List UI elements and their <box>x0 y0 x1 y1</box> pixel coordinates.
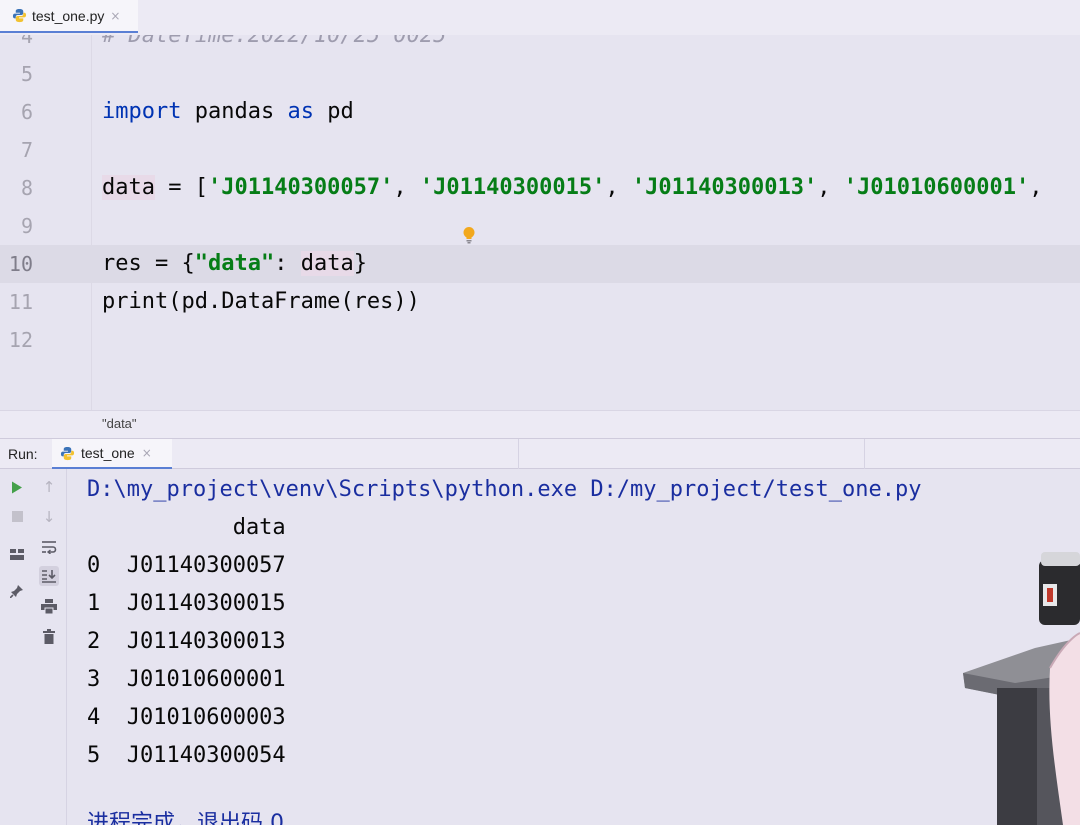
console-line: 3 J01010600001 <box>87 667 286 692</box>
scroll-to-end-icon[interactable] <box>39 566 59 586</box>
code-line: 6 import pandas as pd <box>0 93 1080 131</box>
colon: : <box>274 251 301 276</box>
editor-tab-bar: test_one.py × <box>0 0 1080 36</box>
rerun-icon[interactable] <box>7 477 27 497</box>
line-number: 9 <box>20 214 33 238</box>
run-tab-test-one[interactable]: test_one × <box>52 439 172 469</box>
breadcrumb-item[interactable]: "data" <box>102 416 137 431</box>
divider <box>518 439 519 469</box>
line-number: 8 <box>20 176 33 200</box>
variable-data: data <box>102 175 155 200</box>
console-exit-message: 进程完成，退出码 0 <box>87 811 284 825</box>
up-arrow-icon[interactable]: ↑ <box>39 477 59 497</box>
code-line: 11 print(pd.DataFrame(res)) <box>0 283 1080 321</box>
layout-icon[interactable] <box>7 544 27 564</box>
string-literal: 'J01010600001' <box>843 175 1030 200</box>
code-text: res = {"data": data} <box>102 245 367 283</box>
console-line: 1 J01140300015 <box>87 591 286 616</box>
code-line: 12 <box>0 321 1080 359</box>
line-number: 10 <box>8 252 33 276</box>
code-editor[interactable]: 4 # DateTime:2022/10/25 0025 5 6 import … <box>0 35 1080 410</box>
code-line-current: 10 res = {"data": data} <box>0 245 1080 283</box>
python-file-icon <box>60 446 75 460</box>
string-literal: "data" <box>194 251 275 276</box>
keyword-import: import <box>102 99 182 124</box>
pin-icon[interactable] <box>7 581 27 601</box>
alias: pd <box>313 99 354 124</box>
code-line: 5 <box>0 55 1080 93</box>
run-tab-label: test_one <box>81 445 135 461</box>
run-tool-header: Run: test_one × <box>0 438 1080 469</box>
code-text: data = ['J01140300057', 'J01140300015', … <box>102 169 1042 207</box>
divider <box>864 439 865 469</box>
soft-wrap-icon[interactable] <box>39 537 59 557</box>
print-icon[interactable] <box>39 596 59 616</box>
stop-icon[interactable] <box>7 506 27 526</box>
lightbulb-icon[interactable] <box>462 226 476 244</box>
separator: , <box>393 175 420 200</box>
module-name: pandas <box>181 99 288 124</box>
string-literal: 'J01140300013' <box>631 175 818 200</box>
trash-icon[interactable] <box>39 626 59 646</box>
separator: , <box>605 175 632 200</box>
console-line: 2 J01140300013 <box>87 629 286 654</box>
separator: , <box>817 175 844 200</box>
line-number: 5 <box>20 62 33 86</box>
assign-bracket: = [ <box>154 175 208 200</box>
run-console[interactable]: ↑ ↓ D:\my_project\venv\Scripts\python.ex… <box>0 469 1080 825</box>
breadcrumb: "data" <box>0 410 1080 438</box>
console-line: 0 J01140300057 <box>87 553 286 578</box>
keyword-as: as <box>287 99 314 124</box>
trailing-comma: , <box>1029 175 1043 200</box>
run-label: Run: <box>8 446 38 462</box>
code-text: import pandas as pd <box>102 93 354 131</box>
python-file-icon <box>12 8 27 23</box>
desktop-figurine-decoration <box>963 552 1080 825</box>
code-text: # DateTime:2022/10/25 0025 <box>102 35 447 48</box>
line-number: 4 <box>20 35 33 48</box>
close-icon[interactable]: × <box>142 446 152 460</box>
line-number: 11 <box>8 290 33 314</box>
down-arrow-icon[interactable]: ↓ <box>39 507 59 527</box>
line-number: 6 <box>20 100 33 124</box>
code-text: print(pd.DataFrame(res)) <box>102 289 420 314</box>
code-line: 8 data = ['J01140300057', 'J01140300015'… <box>0 169 1080 207</box>
line-number: 7 <box>20 138 33 162</box>
close-brace: } <box>353 251 367 276</box>
close-icon[interactable]: × <box>110 9 120 23</box>
code-line: 9 <box>0 207 1080 245</box>
console-line: 5 J01140300054 <box>87 743 286 768</box>
code-line: 7 <box>0 131 1080 169</box>
code-line: 4 # DateTime:2022/10/25 0025 <box>0 35 1080 55</box>
run-toolbar: ↑ ↓ <box>0 469 67 825</box>
string-literal: 'J01140300057' <box>207 175 394 200</box>
tab-test-one-py[interactable]: test_one.py × <box>0 0 138 33</box>
string-literal: 'J01140300015' <box>419 175 606 200</box>
console-command: D:\my_project\venv\Scripts\python.exe D:… <box>87 477 922 502</box>
tab-filename: test_one.py <box>32 7 105 24</box>
console-line: 4 J01010600003 <box>87 705 286 730</box>
variable-data: data <box>300 251 354 276</box>
console-line: data <box>87 515 286 540</box>
line-number: 12 <box>8 328 33 352</box>
res-assign: res = { <box>102 251 195 276</box>
